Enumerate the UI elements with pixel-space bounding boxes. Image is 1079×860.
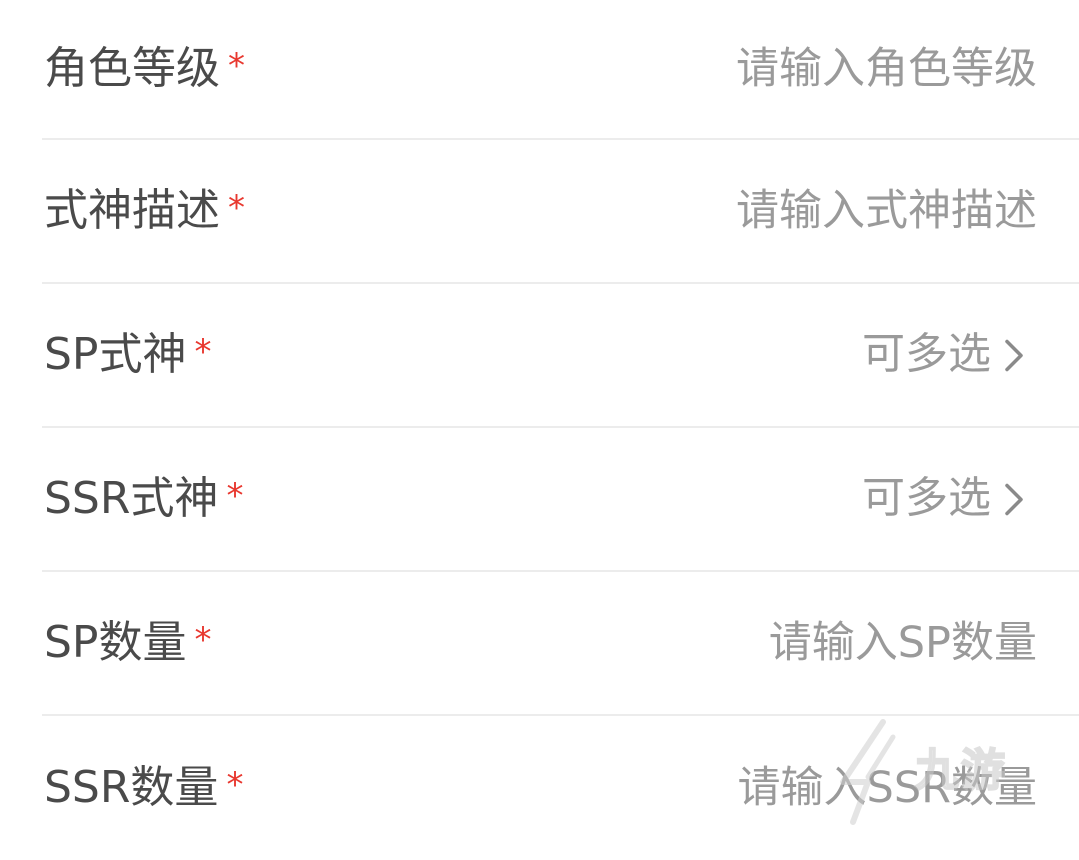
sp-count-input[interactable] (517, 618, 1037, 668)
form-row-role-level: 角色等级 * (42, 0, 1079, 140)
ssr-count-input[interactable] (517, 763, 1037, 813)
form-row-sp-count: SP数量 * (42, 572, 1079, 716)
required-asterisk: * (228, 46, 245, 86)
label-text: SP式神 (44, 329, 187, 380)
trade-form: 角色等级 * 式神描述 * SP式神 * 可多选 SSR式神 * 可多选 (0, 0, 1079, 860)
label-text: SP数量 (44, 617, 187, 668)
multi-select-hint: 可多选 (862, 473, 991, 524)
field-label-shikigami-description: 式神描述 * (44, 189, 245, 233)
multi-select-hint: 可多选 (862, 329, 991, 380)
required-asterisk: * (194, 332, 212, 372)
field-label-ssr-count: SSR数量 * (44, 766, 243, 810)
label-text: SSR式神 (44, 473, 219, 524)
sp-shikigami-selector[interactable]: 可多选 (862, 329, 1029, 380)
form-row-ssr-shikigami[interactable]: SSR式神 * 可多选 (42, 428, 1079, 572)
form-row-ssr-count: SSR数量 * (42, 716, 1079, 860)
field-label-ssr-shikigami: SSR式神 * (44, 477, 243, 521)
required-asterisk: * (226, 476, 244, 516)
chevron-right-icon (1005, 339, 1023, 371)
form-row-shikigami-description: 式神描述 * (42, 140, 1079, 284)
required-asterisk: * (228, 188, 245, 228)
form-row-sp-shikigami[interactable]: SP式神 * 可多选 (42, 284, 1079, 428)
chevron-right-icon (1005, 483, 1023, 515)
label-text: 角色等级 (44, 43, 220, 94)
ssr-shikigami-selector[interactable]: 可多选 (862, 473, 1029, 524)
field-label-sp-count: SP数量 * (44, 621, 211, 665)
label-text: 式神描述 (44, 185, 220, 236)
required-asterisk: * (194, 620, 212, 660)
field-label-sp-shikigami: SP式神 * (44, 333, 211, 377)
role-level-input[interactable] (517, 44, 1037, 94)
label-text: SSR数量 (44, 762, 219, 813)
field-label-role-level: 角色等级 * (44, 47, 245, 91)
shikigami-description-input[interactable] (517, 186, 1037, 236)
required-asterisk: * (226, 765, 244, 805)
